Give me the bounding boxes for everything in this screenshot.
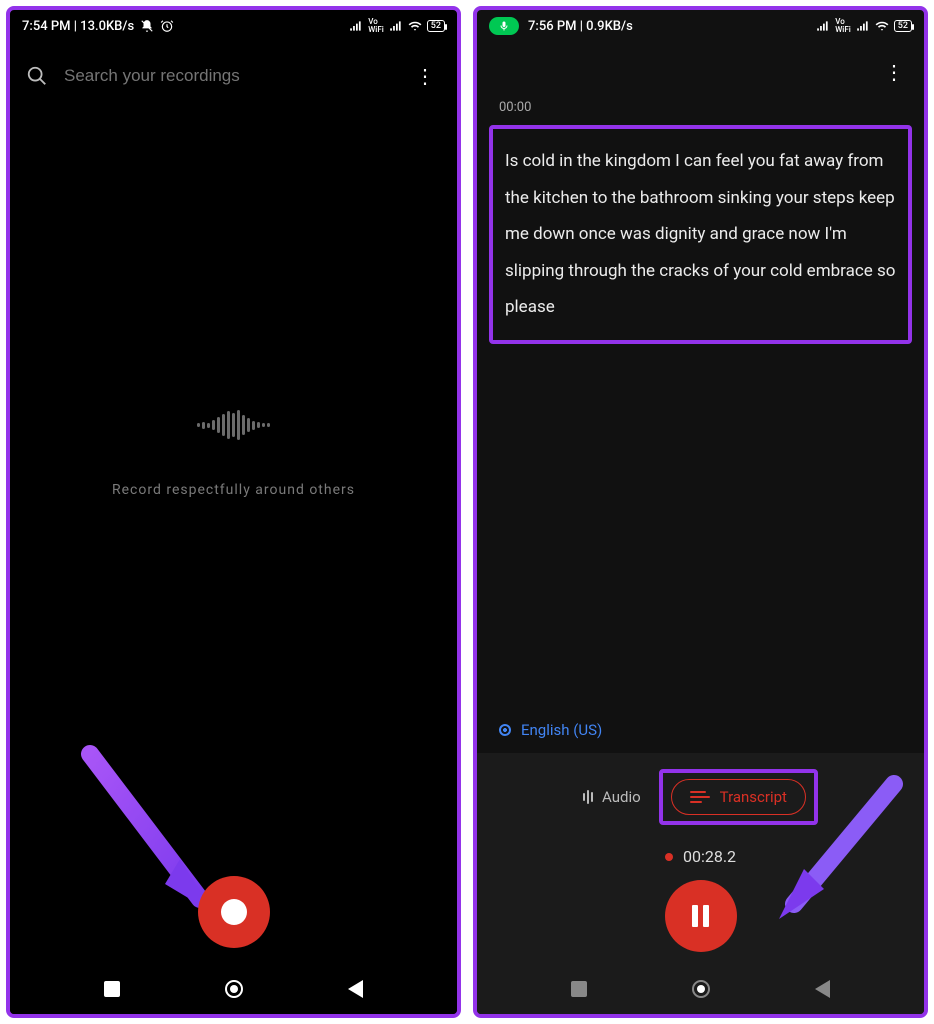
wifi-icon <box>875 19 889 33</box>
more-menu-button[interactable]: ⋮ <box>878 54 910 90</box>
hint-text: Record respectfully around others <box>112 482 355 498</box>
transcript-mode-button[interactable]: Transcript <box>671 779 806 815</box>
nav-recents-button[interactable] <box>571 981 587 997</box>
notifications-muted-icon <box>140 19 154 33</box>
timer-value: 00:28.2 <box>683 847 736 866</box>
phone-screen-right: 7:56 PM | 0.9KB/s VoWiFi 52 ⋮ 00:00 Is c… <box>473 6 928 1018</box>
status-bar: 7:56 PM | 0.9KB/s VoWiFi 52 <box>477 10 924 40</box>
battery-icon: 52 <box>894 20 912 32</box>
alarm-icon <box>160 19 174 33</box>
transcript-timestamp: 00:00 <box>477 96 924 123</box>
battery-icon: 52 <box>427 20 445 32</box>
signal-icon-2 <box>856 19 870 33</box>
empty-state: Record respectfully around others <box>10 32 457 876</box>
transcript-lines-icon <box>690 791 710 803</box>
nav-home-button[interactable] <box>692 980 710 998</box>
footer-controls: Audio Transcript 00:28.2 <box>477 753 924 1014</box>
recording-timer: 00:28.2 <box>477 837 924 880</box>
pause-button[interactable] <box>665 880 737 952</box>
transcript-text: Is cold in the kingdom I can feel you fa… <box>489 125 912 344</box>
wifi-icon <box>408 19 422 33</box>
nav-recents-button[interactable] <box>104 981 120 997</box>
record-button[interactable] <box>198 876 270 948</box>
nav-bar <box>477 966 924 1014</box>
pause-icon <box>692 905 709 927</box>
mic-active-pill[interactable] <box>489 17 519 35</box>
nav-home-button[interactable] <box>225 980 243 998</box>
nav-bar <box>10 966 457 1014</box>
signal-icon-2 <box>389 19 403 33</box>
nav-back-button[interactable] <box>348 980 363 998</box>
signal-icon <box>349 19 363 33</box>
recording-indicator-dot <box>665 853 673 861</box>
vowifi-icon: VoWiFi <box>835 18 851 34</box>
audio-bars-icon <box>583 790 593 804</box>
phone-screen-left: 7:54 PM | 13.0KB/s VoWiFi 52 ⋮ Record re… <box>6 6 461 1018</box>
language-label: English (US) <box>521 721 602 739</box>
signal-icon <box>816 19 830 33</box>
language-selector[interactable]: English (US) <box>477 715 924 753</box>
audio-mode-button[interactable]: Audio <box>583 788 641 806</box>
status-time-net: 7:56 PM | 0.9KB/s <box>528 19 633 34</box>
target-icon <box>499 724 511 736</box>
record-dot-icon <box>221 899 247 925</box>
nav-back-button[interactable] <box>815 980 830 998</box>
waveform-icon <box>197 410 270 440</box>
annotation-highlight-transcript: Transcript <box>659 769 818 825</box>
